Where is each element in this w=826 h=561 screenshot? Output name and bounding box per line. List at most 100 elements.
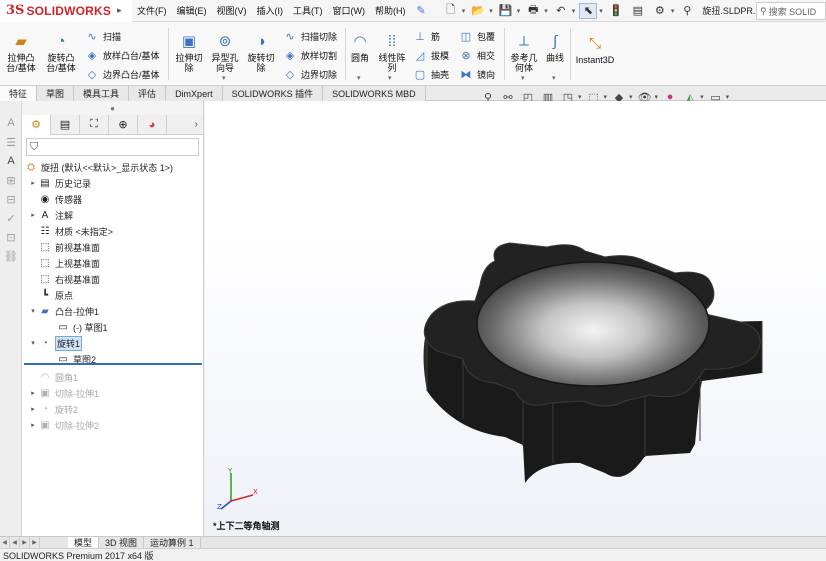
menu-view[interactable]: 视图(V) [212, 0, 252, 22]
sweep-button[interactable]: ∿ 扫描 [84, 27, 121, 45]
hole-wizard-button[interactable]: ⊚ 异型孔 向导 [208, 32, 242, 73]
rib-button[interactable]: ⊥ 筋 [412, 27, 440, 45]
traffic-light-icon[interactable]: 🚦 [607, 3, 625, 19]
tab-mold-tools[interactable]: 模具工具 [74, 86, 130, 101]
chevron-down-icon[interactable]: ▾ [578, 93, 582, 101]
fillet-button[interactable]: ◠ 圆角 [348, 32, 372, 63]
chevron-down-icon[interactable]: ▾ [388, 74, 392, 82]
feature-manager-tab-icon[interactable]: ⚙ [22, 114, 51, 135]
draft-button[interactable]: ◿ 拔模 [412, 46, 449, 64]
intersect-button[interactable]: ⊗ 相交 [458, 46, 495, 64]
tab-motion-study[interactable]: 运动算例 1 [144, 536, 201, 549]
lofted-cut-button[interactable]: ◈ 放样切割 [282, 46, 337, 64]
menu-window[interactable]: 窗口(W) [328, 0, 371, 22]
save-icon[interactable]: 💾 [497, 3, 515, 19]
text-icon[interactable]: A [3, 153, 19, 169]
chevron-down-icon[interactable]: ▾ [599, 7, 603, 15]
dimension-icon[interactable]: ⊞ [3, 172, 19, 188]
boundary-boss-button[interactable]: ◇ 边界凸台/基体 [84, 65, 160, 83]
tree-item-material[interactable]: ☷ 材质 <未指定> [22, 223, 203, 239]
wrap-button[interactable]: ◫ 包覆 [458, 27, 495, 45]
chevron-down-icon[interactable]: ▾ [552, 74, 556, 82]
tree-item-sketch1[interactable]: ▭ (-) 草图1 [22, 319, 203, 335]
first-tab-icon[interactable]: ◀ [0, 537, 10, 548]
tab-model[interactable]: 模型 [68, 536, 100, 549]
file-properties-icon[interactable]: ▤ [629, 3, 647, 19]
note-icon[interactable]: ☰ [3, 134, 19, 150]
menu-tools[interactable]: 工具(T) [288, 0, 328, 22]
tree-item-fillet1[interactable]: ◠ 圆角1 [22, 369, 203, 385]
next-tab-icon[interactable]: ▶ [20, 537, 30, 548]
previous-tab-icon[interactable]: ◀ [10, 537, 20, 548]
surface-finish-icon[interactable]: ✓ [3, 210, 19, 226]
rollback-bar[interactable] [24, 363, 202, 365]
menu-help[interactable]: 帮助(H) [370, 0, 411, 22]
undo-icon[interactable]: ↶ [552, 3, 570, 19]
swept-cut-button[interactable]: ∿ 扫描切除 [282, 27, 337, 45]
chevron-down-icon[interactable]: ▾ [726, 93, 730, 101]
chevron-down-icon[interactable]: ▾ [544, 7, 548, 15]
chevron-down-icon[interactable]: ▾ [357, 74, 361, 82]
chevron-down-icon[interactable]: ▾ [462, 7, 466, 15]
configuration-manager-tab-icon[interactable]: ⛶ [80, 114, 109, 135]
chevron-down-icon[interactable]: ▾ [521, 74, 525, 82]
chevron-down-icon[interactable]: ▾ [655, 93, 659, 101]
chevron-down-icon[interactable]: ▾ [629, 93, 633, 101]
chevron-right-icon[interactable]: › [195, 119, 198, 130]
coordinate-triad[interactable]: Y X Z [215, 467, 261, 516]
tree-item-sensors[interactable]: ◉ 传感器 [22, 191, 203, 207]
tab-evaluate[interactable]: 评估 [129, 86, 167, 101]
expand-arrow-icon[interactable]: ▸ [28, 211, 38, 219]
chevron-down-icon[interactable]: ▾ [489, 7, 493, 15]
chevron-down-icon[interactable]: ▾ [604, 93, 608, 101]
tree-item-history[interactable]: ▸ ▤ 历史记录 [22, 175, 203, 191]
boundary-cut-button[interactable]: ◇ 边界切除 [282, 65, 337, 83]
tab-dimxpert[interactable]: DimXpert [166, 86, 223, 101]
mirror-button[interactable]: ⧓ 镜向 [458, 65, 496, 83]
chevron-down-icon[interactable]: ▾ [572, 7, 576, 15]
graphics-area[interactable]: Y X Z *上下二等角轴测 [205, 101, 826, 536]
last-tab-icon[interactable]: ▶ [30, 537, 40, 548]
chevron-down-icon[interactable]: ▾ [517, 7, 521, 15]
search-input[interactable]: ⚲ 搜索 SOLID [756, 2, 826, 20]
loft-boss-button[interactable]: ◈ 放样凸台/基体 [84, 46, 160, 64]
open-folder-icon[interactable]: 📂 [469, 3, 487, 19]
solidworks-logo[interactable]: 3S SOLIDWORKS ▸ [0, 0, 132, 22]
instant3d-button[interactable]: ⤡ Instant3D [573, 34, 617, 65]
pin-icon[interactable]: ✎ [417, 4, 426, 17]
tree-item-annotations[interactable]: ▸ A 注解 [22, 207, 203, 223]
menu-insert[interactable]: 插入(I) [252, 0, 289, 22]
expand-arrow-icon[interactable]: ▸ [28, 179, 38, 187]
select-arrow-icon[interactable]: ⬉ [579, 2, 598, 19]
collapse-arrow-icon[interactable]: ▾ [28, 339, 38, 347]
expand-arrow-icon[interactable]: ▸ [28, 389, 38, 397]
display-manager-tab-icon[interactable]: ◕ [138, 114, 167, 135]
tab-mbd[interactable]: SOLIDWORKS MBD [323, 86, 426, 101]
tab-features[interactable]: 特征 [0, 86, 38, 101]
tree-filter-input[interactable]: ⛉ [26, 138, 199, 156]
reference-geometry-button[interactable]: ⟂ 参考几 何体 [507, 32, 541, 73]
chevron-down-icon[interactable]: ▾ [222, 74, 226, 82]
tree-item-boss-extrude1[interactable]: ▾ ▰ 凸台-拉伸1 [22, 303, 203, 319]
property-manager-tab-icon[interactable]: ▤ [51, 114, 80, 135]
linear-pattern-button[interactable]: ⁞⁞ 线性阵 列 [374, 32, 410, 73]
extrude-cut-button[interactable]: ▣ 拉伸切 除 [172, 32, 206, 73]
tree-item-cut-extrude1[interactable]: ▸ ▣ 切除-拉伸1 [22, 385, 203, 401]
tree-item-revolve1[interactable]: ▾ ◔ 旋转1 [22, 335, 203, 351]
tree-item-cut-extrude2[interactable]: ▸ ▣ 切除-拉伸2 [22, 417, 203, 433]
part-model-view[interactable] [205, 101, 826, 536]
annotation-icon[interactable]: A [3, 115, 19, 131]
gear-icon[interactable]: ⚙ [651, 3, 669, 19]
curves-button[interactable]: ∫ 曲线 [542, 32, 568, 63]
collapse-arrow-icon[interactable]: ▾ [28, 307, 38, 315]
tree-item-origin[interactable]: ┗ 原点 [22, 287, 203, 303]
chevron-down-icon[interactable]: ▾ [700, 93, 704, 101]
dimxpert-manager-tab-icon[interactable]: ⊕ [109, 114, 138, 135]
tree-item-revolve2[interactable]: ▸ ◔ 旋转2 [22, 401, 203, 417]
new-document-icon[interactable]: 🗋 [442, 3, 460, 19]
expand-arrow-icon[interactable]: ▸ [28, 405, 38, 413]
menu-edit[interactable]: 编辑(E) [172, 0, 212, 22]
tree-item-front-plane[interactable]: ⬚ 前视基准面 [22, 239, 203, 255]
expand-arrow-icon[interactable]: ▸ [28, 421, 38, 429]
tab-3d-views[interactable]: 3D 视图 [99, 536, 145, 549]
